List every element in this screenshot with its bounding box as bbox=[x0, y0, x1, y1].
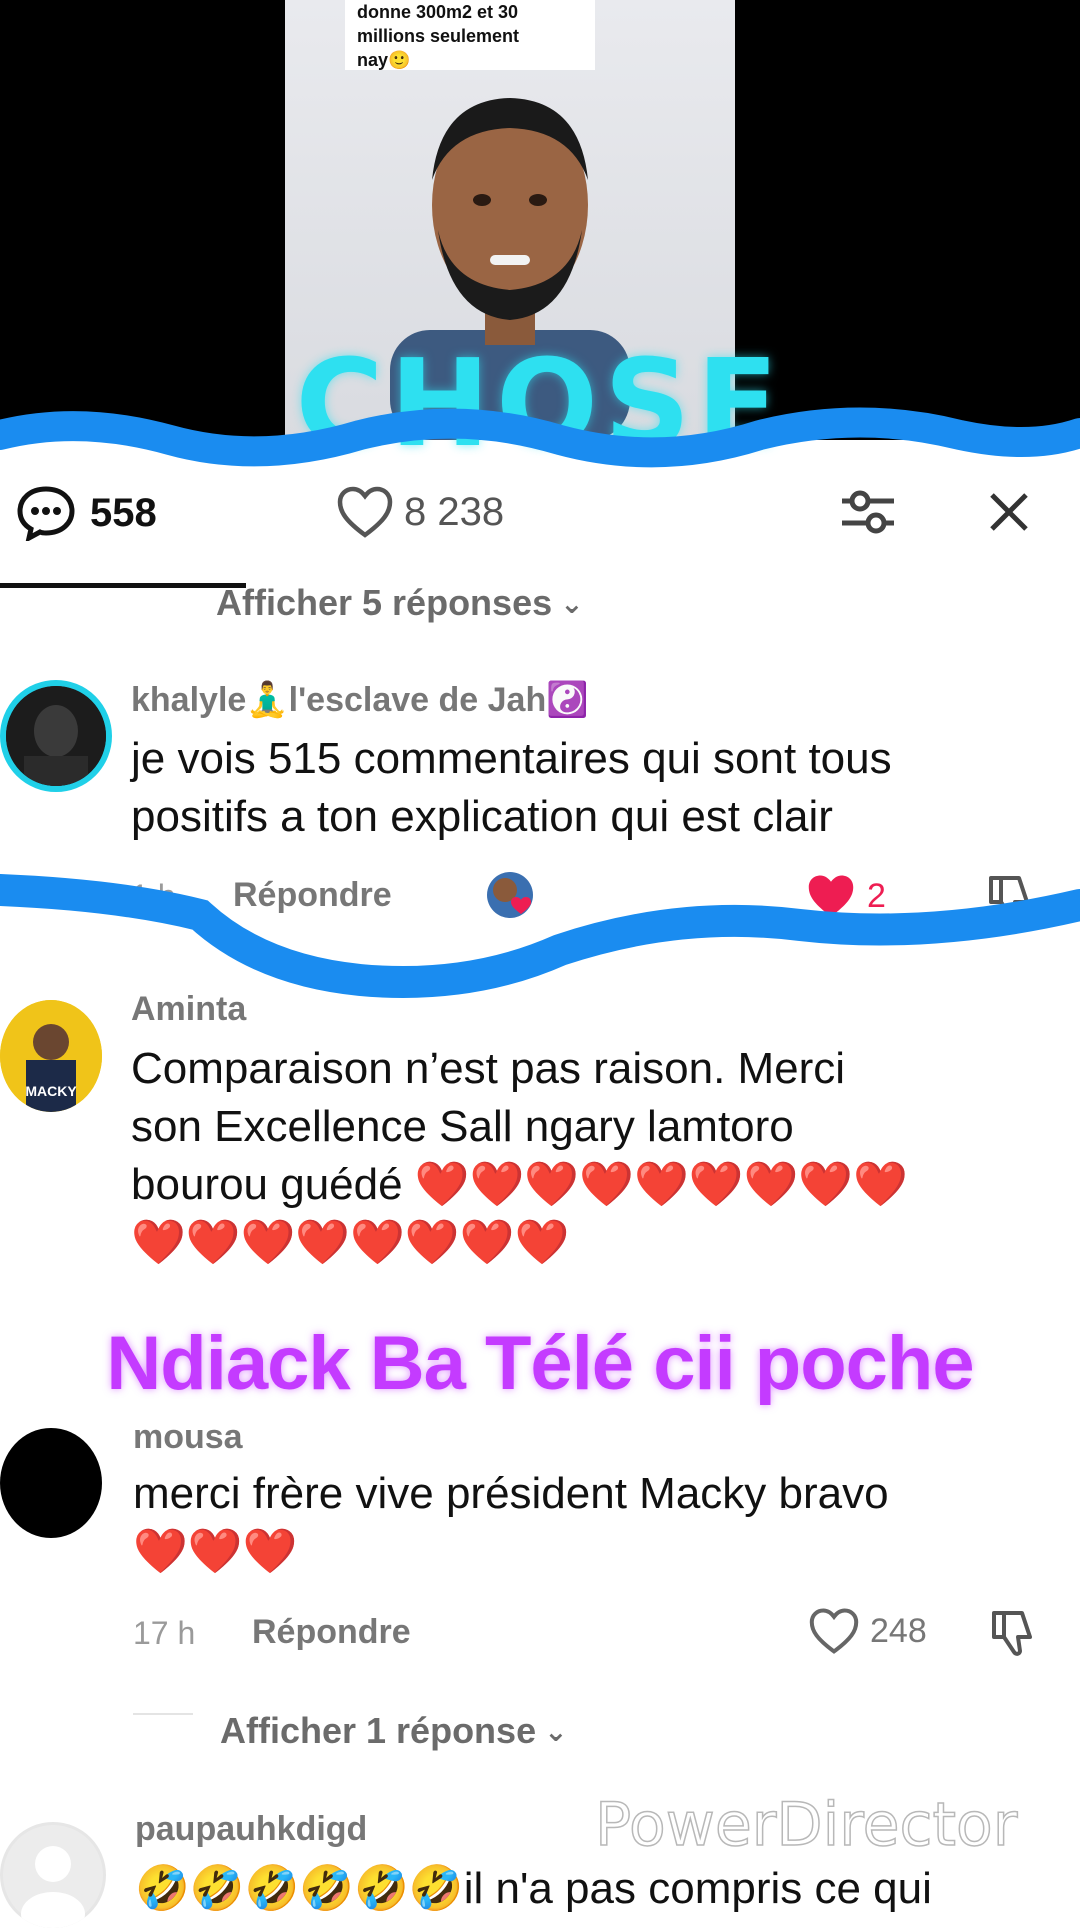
dislike-button[interactable] bbox=[988, 1607, 1048, 1657]
comment-time: 1 h bbox=[131, 878, 176, 914]
like-button[interactable]: 2 bbox=[805, 872, 886, 920]
heart-filled-icon bbox=[808, 875, 854, 917]
like-count: 8 238 bbox=[404, 489, 505, 534]
comment-username[interactable]: paupauhkdigd bbox=[135, 1810, 367, 1849]
heart-outline-icon bbox=[337, 486, 393, 538]
comment-text-line: Comparaison n’est pas raison. Merci bbox=[131, 1044, 846, 1093]
sliders-icon bbox=[842, 490, 894, 534]
comment-count: 558 bbox=[90, 490, 157, 535]
comment-text-line: merci frère vive président Macky bravo bbox=[133, 1469, 889, 1518]
like-button[interactable]: 248 bbox=[808, 1607, 927, 1655]
video-caption-line: nay🙂 bbox=[357, 50, 411, 70]
comment-bubble-icon bbox=[17, 486, 75, 541]
comment-username[interactable]: mousa bbox=[133, 1418, 243, 1457]
avatar[interactable] bbox=[0, 1822, 106, 1928]
thumbs-down-icon bbox=[992, 1611, 1032, 1656]
likes-tab[interactable]: 8 238 bbox=[336, 485, 504, 539]
video-player[interactable]: donne 300m2 et 30 millions seulement nay… bbox=[0, 0, 1080, 474]
comment-text-line: bourou guédé ❤️❤️❤️❤️❤️❤️❤️❤️❤️ bbox=[131, 1160, 908, 1209]
video-caption-line: millions seulement bbox=[357, 26, 520, 46]
avatar-text: MACKY bbox=[25, 1083, 77, 1099]
avatar-image: MACKY bbox=[0, 1000, 102, 1112]
video-caption-line: donne 300m2 et 30 bbox=[357, 2, 519, 22]
avatar-image bbox=[6, 686, 106, 786]
active-tab-indicator bbox=[0, 583, 246, 588]
comment-text-line: je vois 515 commentaires qui sont tous bbox=[131, 734, 892, 783]
comment-text: merci frère vive président Macky bravo ❤… bbox=[133, 1465, 1063, 1581]
comment-text: 🤣🤣🤣🤣🤣🤣il n'a pas compris ce qui bbox=[135, 1860, 1065, 1918]
comment-text-line: 🤣🤣🤣🤣🤣🤣il n'a pas compris ce qui bbox=[135, 1864, 932, 1913]
heart-outline-icon bbox=[809, 1608, 859, 1654]
like-count: 2 bbox=[867, 876, 886, 915]
creator-liked-avatar bbox=[487, 872, 533, 918]
avatar[interactable]: MACKY bbox=[0, 1000, 102, 1112]
comment-text-line: positifs a ton explication qui est clair bbox=[131, 792, 833, 841]
video-caption: donne 300m2 et 30 millions seulement nay… bbox=[345, 0, 595, 70]
creator-heart-icon bbox=[493, 878, 531, 914]
comments-tab[interactable]: 558 bbox=[16, 485, 157, 541]
comment-text: je vois 515 commentaires qui sont tous p… bbox=[131, 730, 1061, 846]
comment-text-line: ❤️❤️❤️❤️❤️❤️❤️❤️ bbox=[131, 1218, 570, 1267]
watermark: PowerDirector bbox=[594, 1789, 1018, 1861]
close-button[interactable] bbox=[988, 491, 1030, 533]
default-avatar-icon bbox=[3, 1825, 103, 1928]
comment-text-line: ❤️❤️❤️ bbox=[133, 1527, 298, 1576]
chevron-down-icon: ⌄ bbox=[544, 1715, 568, 1747]
comments-header: 558 8 238 bbox=[0, 455, 1080, 575]
replies-divider bbox=[133, 1713, 193, 1715]
video-overlay-title: Ndiack Ba Télé cii poche bbox=[106, 1321, 974, 1406]
like-count: 248 bbox=[870, 1611, 927, 1650]
comment-text-line: son Excellence Sall ngary lamtoro bbox=[131, 1102, 794, 1151]
video-overlay-word: CHOSE bbox=[295, 335, 785, 474]
comment-time: 17 h bbox=[133, 1615, 196, 1651]
comment-username[interactable]: Aminta bbox=[131, 990, 246, 1029]
show-replies-label: Afficher 1 réponse bbox=[220, 1710, 537, 1751]
avatar[interactable] bbox=[0, 1428, 102, 1538]
show-replies-label: Afficher 5 réponses bbox=[216, 582, 553, 623]
show-replies-button[interactable]: Afficher 5 réponses ⌄ bbox=[216, 582, 584, 624]
close-icon bbox=[990, 493, 1028, 531]
filter-button[interactable] bbox=[840, 487, 896, 537]
thumbs-down-icon bbox=[989, 876, 1029, 921]
comment-text: Comparaison n’est pas raison. Merci son … bbox=[131, 1040, 1061, 1272]
chevron-down-icon: ⌄ bbox=[560, 587, 584, 619]
dislike-button[interactable] bbox=[985, 872, 1045, 922]
reply-button[interactable]: Répondre bbox=[233, 876, 392, 915]
comment-username[interactable]: khalyle🧘‍♂️l'esclave de Jah☯️ bbox=[131, 680, 589, 720]
reply-button[interactable]: Répondre bbox=[252, 1613, 411, 1652]
avatar[interactable] bbox=[0, 680, 112, 792]
show-replies-button[interactable]: Afficher 1 réponse ⌄ bbox=[220, 1710, 568, 1752]
